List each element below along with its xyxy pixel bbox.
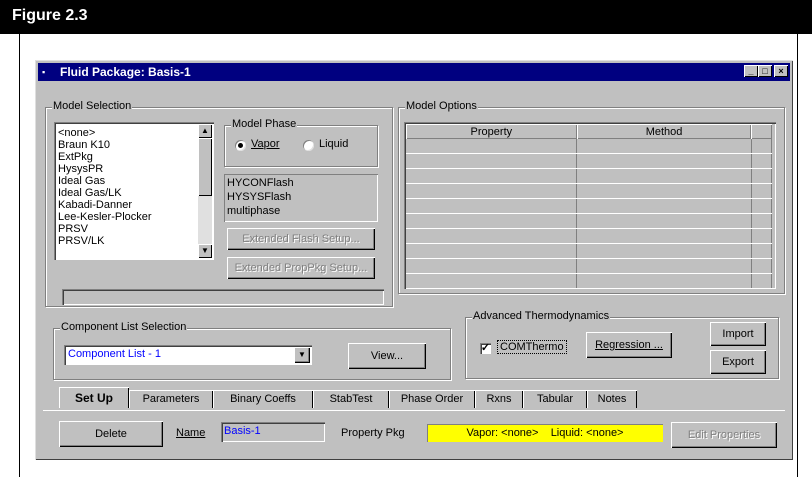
status-bar [62, 289, 384, 305]
vapor-label[interactable]: Vapor [251, 138, 280, 150]
property-pkg-label: Property Pkg [341, 427, 405, 439]
model-item[interactable]: HysysPR [58, 164, 103, 175]
model-options-label: Model Options [405, 100, 478, 112]
extra-column-header [751, 124, 772, 139]
scroll-down-icon[interactable]: ▼ [198, 244, 212, 258]
table-row[interactable] [406, 228, 773, 244]
figure-title: Figure 2.3 [12, 7, 88, 24]
scroll-up-icon[interactable]: ▲ [198, 124, 212, 138]
flash-item[interactable]: multiphase [227, 205, 280, 217]
table-row[interactable] [406, 243, 773, 259]
liquid-radio[interactable] [303, 140, 314, 151]
maximize-button[interactable]: □ [758, 65, 772, 77]
tab-phase-order[interactable]: Phase Order [389, 390, 475, 408]
window-titlebar[interactable]: ▪ Fluid Package: Basis-1 _ □ × [38, 63, 790, 81]
tab-stabtest[interactable]: StabTest [313, 390, 389, 408]
table-row[interactable] [406, 153, 773, 169]
close-button[interactable]: × [774, 65, 788, 77]
window-title: Fluid Package: Basis-1 [60, 65, 191, 79]
table-row[interactable] [406, 183, 773, 199]
table-row[interactable] [406, 273, 773, 289]
table-row[interactable] [406, 258, 773, 274]
model-item[interactable]: Ideal Gas [58, 176, 105, 187]
property-pkg-field: Vapor: <none> Liquid: <none> [427, 424, 663, 442]
component-list-value: Component List - 1 [68, 348, 161, 360]
model-selection-label: Model Selection [52, 100, 133, 112]
comthermo-label[interactable]: COMThermo [497, 340, 567, 354]
figure-frame-right [797, 34, 798, 477]
regression-button[interactable]: Regression ... [586, 332, 672, 358]
minimize-button[interactable]: _ [744, 65, 758, 77]
edit-properties-button[interactable]: Edit Properties [671, 422, 777, 448]
tab-parameters[interactable]: Parameters [129, 390, 213, 408]
model-list-scrollbar[interactable]: ▲ ▼ [198, 124, 212, 258]
vapor-radio[interactable] [235, 140, 246, 151]
chevron-down-icon[interactable]: ▼ [294, 347, 310, 363]
tab-tabular[interactable]: Tabular [523, 390, 587, 408]
model-item[interactable]: PRSV [58, 224, 88, 235]
table-row[interactable] [406, 168, 773, 184]
component-list-label: Component List Selection [60, 321, 188, 333]
model-item[interactable]: PRSV/LK [58, 236, 104, 247]
radio-selected-dot [238, 143, 243, 148]
extended-flash-setup-button[interactable]: Extended Flash Setup... [227, 228, 375, 250]
scroll-thumb[interactable] [198, 138, 212, 196]
property-column-header[interactable]: Property [406, 124, 577, 139]
advanced-thermo-group: Advanced Thermodynamics ✓ COMThermo Regr… [465, 310, 779, 379]
tab-strip: Set Up Parameters Binary Coeffs StabTest… [59, 387, 779, 412]
table-row[interactable] [406, 139, 773, 154]
figure-frame-left [19, 34, 20, 477]
model-listbox[interactable]: <none> Braun K10 ExtPkg HysysPR Ideal Ga… [54, 122, 214, 260]
flash-options-list[interactable]: HYCONFlash HYSYSFlash multiphase [224, 174, 378, 222]
table-row[interactable] [406, 198, 773, 214]
tab-binary-coeffs[interactable]: Binary Coeffs [213, 390, 313, 408]
model-phase-label: Model Phase [231, 118, 298, 130]
model-item[interactable]: ExtPkg [58, 152, 93, 163]
name-label: Name [176, 427, 206, 439]
model-selection-group: Model Selection <none> Braun K10 ExtPkg … [45, 100, 393, 307]
liquid-label[interactable]: Liquid [319, 138, 348, 150]
model-phase-group: Model Phase Vapor Liquid [224, 118, 378, 167]
table-row[interactable] [406, 213, 773, 229]
component-list-dropdown[interactable]: Component List - 1 ▼ [64, 345, 312, 365]
tab-set-up[interactable]: Set Up [59, 387, 129, 408]
export-button[interactable]: Export [710, 350, 766, 374]
view-button[interactable]: View... [348, 343, 426, 369]
property-pkg-value: Vapor: <none> Liquid: <none> [466, 427, 624, 439]
advanced-thermo-label: Advanced Thermodynamics [472, 310, 611, 322]
extended-proppkg-setup-button[interactable]: Extended PropPkg Setup... [227, 257, 375, 279]
name-field[interactable]: Basis-1 [221, 422, 325, 442]
tab-rxns[interactable]: Rxns [475, 390, 523, 408]
delete-button[interactable]: Delete [59, 421, 163, 447]
tab-notes[interactable]: Notes [587, 390, 637, 408]
window-app-icon[interactable]: ▪ [42, 67, 52, 77]
name-value: Basis-1 [224, 425, 261, 437]
model-item[interactable]: Kabadi-Danner [58, 200, 132, 211]
model-item[interactable]: <none> [58, 128, 95, 139]
method-column-header[interactable]: Method [576, 124, 752, 139]
model-options-group: Model Options Property Method [398, 100, 785, 294]
fluid-package-window: ▪ Fluid Package: Basis-1 _ □ × Model Sel… [35, 60, 793, 460]
flash-item[interactable]: HYCONFlash [227, 177, 294, 189]
flash-item[interactable]: HYSYSFlash [227, 191, 291, 203]
model-item[interactable]: Lee-Kesler-Plocker [58, 212, 152, 223]
model-item[interactable]: Ideal Gas/LK [58, 188, 122, 199]
component-list-group: Component List Selection Component List … [53, 321, 451, 380]
model-options-grid[interactable]: Property Method [404, 122, 776, 289]
figure-header: Figure 2.3 [0, 0, 812, 34]
model-item[interactable]: Braun K10 [58, 140, 110, 151]
import-button[interactable]: Import [710, 322, 766, 346]
comthermo-checkbox[interactable]: ✓ [480, 343, 491, 354]
tab-divider [43, 410, 785, 411]
